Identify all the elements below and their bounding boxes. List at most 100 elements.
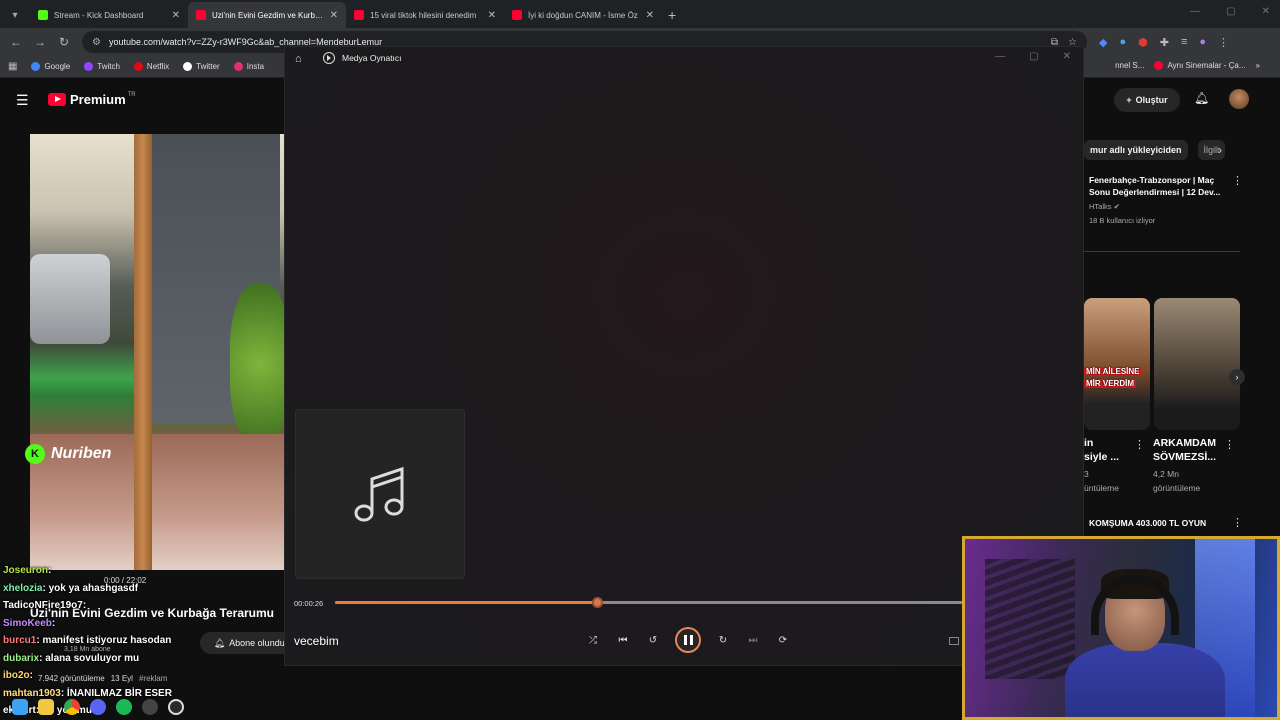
tab-close-icon[interactable]: ✕ <box>330 10 338 21</box>
file-explorer-icon[interactable] <box>38 699 54 715</box>
seek-handle[interactable] <box>592 597 604 608</box>
shield-extension-icon[interactable]: ◆ <box>1099 36 1107 49</box>
maximize-icon[interactable]: ▢ <box>1029 51 1038 62</box>
previous-icon[interactable]: ⏮ <box>615 632 631 648</box>
tab-youtube-video[interactable]: Uzi'nin Evini Gezdim ve Kurbağ ✕ <box>188 2 346 28</box>
kick-logo-icon: K <box>25 444 45 464</box>
tab-close-icon[interactable]: ✕ <box>646 10 654 21</box>
shorts-thumbnail[interactable] <box>1154 298 1240 430</box>
vpn-extension-icon[interactable]: ● <box>1119 36 1126 49</box>
more-options-icon[interactable]: ⋮ <box>1134 438 1145 451</box>
mini-player-icon[interactable] <box>949 637 959 645</box>
chat-text: : yok ya ahashgasdf <box>42 582 139 594</box>
rewind-10-icon[interactable]: ↺ <box>645 632 661 648</box>
bookmark-label: Insta <box>246 62 265 71</box>
next-icon[interactable]: ⏭ <box>745 632 761 648</box>
google-icon <box>31 62 41 71</box>
menu-icon[interactable]: ☰ <box>16 92 29 109</box>
plus-icon: + <box>1126 95 1132 105</box>
extensions-puzzle-icon[interactable]: ✚ <box>1160 36 1169 49</box>
forward-30-icon[interactable]: ↻ <box>715 632 731 648</box>
rec-meta: 18 B kullanıcı izliyor <box>1089 216 1156 225</box>
site-info-icon[interactable]: ⚙ <box>92 37 101 48</box>
tab-search-icon[interactable]: ▾ <box>0 2 30 28</box>
seek-bar[interactable] <box>335 597 975 608</box>
media-player-icon[interactable] <box>168 699 184 715</box>
close-icon[interactable]: ✕ <box>1063 51 1071 62</box>
discord-icon[interactable] <box>90 699 106 715</box>
taskbar <box>0 694 280 720</box>
pause-button[interactable] <box>675 627 701 653</box>
avatar[interactable] <box>1229 89 1249 109</box>
more-options-icon[interactable]: ⋮ <box>1232 516 1243 529</box>
pause-bar <box>683 635 687 645</box>
chip-uploader[interactable]: mur adlı yükleyiciden <box>1084 140 1188 160</box>
forward-icon[interactable]: → <box>28 35 52 49</box>
logo-text: Premium <box>70 92 126 107</box>
youtube-play-icon <box>48 93 66 106</box>
bookmark-label: Netflix <box>146 62 170 71</box>
youtube-favicon-icon <box>512 10 522 20</box>
home-icon[interactable]: ⌂ <box>295 53 302 65</box>
shorts-next-icon[interactable]: › <box>1229 369 1245 385</box>
chat-text: : alana sovuluyor mu <box>39 652 140 664</box>
browser-tab-bar: ▾ Stream - Kick Dashboard ✕ Uzi'nin Evin… <box>0 0 1280 28</box>
create-button[interactable]: + Oluştur <box>1114 88 1180 112</box>
bookmark-twitch[interactable]: Twitch <box>84 62 120 71</box>
chat-user: SimoKeeb <box>3 617 52 629</box>
minimize-icon[interactable]: — <box>995 51 1005 62</box>
player-window-controls: — ▢ ✕ <box>995 51 1071 62</box>
verified-icon: ✔ <box>1113 202 1120 211</box>
spotify-icon[interactable] <box>116 699 132 715</box>
new-tab-icon[interactable]: + <box>668 2 676 28</box>
tab-title: İyi ki doğdun CANIM - İsme Öz <box>528 10 638 20</box>
video-player[interactable] <box>30 134 284 570</box>
start-icon[interactable] <box>12 699 28 715</box>
short-title[interactable]: ARKAMDAM SÖVMEZSİ... <box>1153 436 1216 464</box>
chat-message: SimoKeeb: <box>3 615 293 633</box>
bookmark-netflix[interactable]: Netflix <box>133 62 170 71</box>
maximize-icon[interactable]: ▢ <box>1226 6 1235 17</box>
notifications-bell-icon[interactable]: 🔔︎ <box>1194 91 1209 105</box>
more-bookmarks-icon[interactable]: » <box>1256 61 1260 70</box>
tab-birthday-video[interactable]: İyi ki doğdun CANIM - İsme Öz ✕ <box>504 2 662 28</box>
repeat-off-icon[interactable]: ⟳ <box>775 632 791 648</box>
reload-icon[interactable]: ↻ <box>52 35 76 49</box>
more-options-icon[interactable]: ⋮ <box>1224 438 1235 451</box>
tab-kick-dashboard[interactable]: Stream - Kick Dashboard ✕ <box>30 2 188 28</box>
tab-tiktok-video[interactable]: 15 viral tiktok hilesini denedim ✕ <box>346 2 504 28</box>
more-options-icon[interactable]: ⋮ <box>1232 174 1243 187</box>
browser-menu-icon[interactable]: ⋮ <box>1218 36 1229 49</box>
chat-message: TadicoNFire19o7: <box>3 597 293 615</box>
close-window-icon[interactable]: ✕ <box>1262 6 1270 17</box>
bookmark-insta[interactable]: Insta <box>233 62 265 71</box>
chat-message: xhelozia: yok ya ahashgasdf <box>3 580 293 598</box>
media-controls-icon[interactable]: ≡ <box>1181 36 1187 49</box>
chat-user: xhelozia <box>3 582 43 594</box>
bookmark-channel[interactable]: nnel S... <box>1115 61 1144 70</box>
bookmark-ayni-sinemalar[interactable]: Aynı Sinemalar - Ça... <box>1154 61 1246 70</box>
back-icon[interactable]: ← <box>4 35 28 49</box>
elapsed-time: 00:00:26 <box>294 599 324 608</box>
chat-text: : <box>82 600 87 611</box>
profile-icon[interactable]: ● <box>1199 36 1206 49</box>
chrome-icon[interactable] <box>64 699 80 715</box>
bookmark-twitter[interactable]: Twitter <box>183 62 220 71</box>
bookmark-google[interactable]: Google <box>31 62 70 71</box>
shorts-thumbnail[interactable] <box>1084 298 1150 430</box>
chevron-right-icon[interactable]: › <box>1218 143 1222 157</box>
adblock-extension-icon[interactable]: ⬢ <box>1138 36 1148 49</box>
recommended-video-title[interactable]: KOMŞUMA 403.000 TL OYUN <box>1089 518 1229 528</box>
rec-title: Fenerbahçe-Trabzonspor | Maç Sonu Değerl… <box>1089 175 1221 197</box>
sponsor-watermark: K Nuriben <box>25 444 111 464</box>
tab-close-icon[interactable]: ✕ <box>172 10 180 21</box>
minimize-icon[interactable]: — <box>1190 6 1200 17</box>
apps-grid-icon[interactable]: ▦ <box>8 61 17 72</box>
settings-icon[interactable] <box>142 699 158 715</box>
short-title[interactable]: in siyle ... <box>1084 436 1119 464</box>
youtube-logo[interactable]: Premium TR <box>48 92 136 107</box>
chat-user: TadicoNFire19o7 <box>3 600 83 611</box>
shuffle-icon[interactable]: ⤮ <box>585 632 601 648</box>
chat-user: ibo2o <box>3 670 30 681</box>
tab-close-icon[interactable]: ✕ <box>488 10 496 21</box>
